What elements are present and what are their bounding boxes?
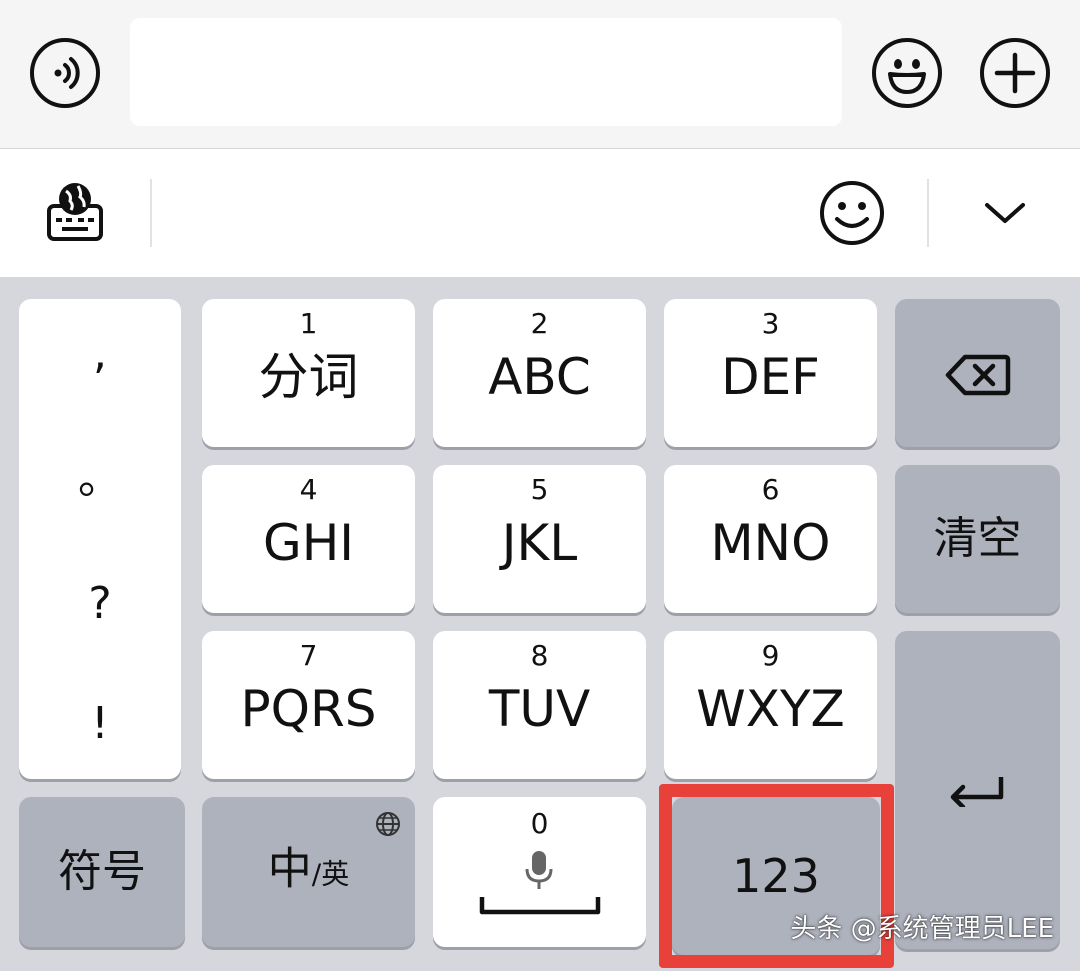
key-number: 4: [299, 473, 318, 506]
key-label: JKL: [501, 514, 578, 572]
exclamation-key[interactable]: !: [19, 699, 181, 749]
key-8[interactable]: 8 TUV: [433, 631, 646, 779]
language-switch-key[interactable]: 中/英: [202, 797, 415, 947]
smiley-face-icon: [888, 59, 926, 94]
toolbar-divider: [150, 179, 152, 247]
key-label: PQRS: [240, 680, 377, 738]
question-key[interactable]: ?: [19, 579, 181, 629]
backspace-key[interactable]: [895, 299, 1060, 447]
key-2[interactable]: 2 ABC: [433, 299, 646, 447]
punctuation-column[interactable]: , 。 ? !: [19, 299, 181, 779]
enter-return-icon: [950, 777, 1004, 807]
space-bar-icon: [479, 897, 601, 915]
clear-key[interactable]: 清空: [895, 465, 1060, 613]
language-main: 中: [267, 843, 312, 895]
key-label: WXYZ: [696, 680, 845, 738]
language-sub: /英: [311, 857, 350, 891]
key-label: ABC: [488, 348, 591, 406]
toolbar-divider: [927, 179, 929, 247]
keyboard-settings-button[interactable]: [44, 179, 106, 245]
key-number: 8: [530, 639, 549, 672]
backspace-icon: [945, 354, 1011, 396]
key-4[interactable]: 4 GHI: [202, 465, 415, 613]
numeric-label: 123: [732, 849, 820, 903]
collapse-keyboard-button[interactable]: [982, 197, 1028, 229]
enter-key[interactable]: [895, 631, 1060, 949]
chat-input-bar: [0, 0, 1080, 149]
globe-keyboard-icon: [47, 183, 103, 241]
key-3[interactable]: 3 DEF: [664, 299, 877, 447]
voice-wave-icon: [54, 57, 80, 89]
period-key[interactable]: 。: [19, 454, 181, 504]
symbol-key[interactable]: 符号: [19, 797, 185, 947]
key-7[interactable]: 7 PQRS: [202, 631, 415, 779]
key-number: 6: [761, 473, 780, 506]
key-9[interactable]: 9 WXYZ: [664, 631, 877, 779]
key-label: 分词: [258, 348, 359, 406]
key-label: TUV: [488, 680, 591, 738]
key-1[interactable]: 1 分词: [202, 299, 415, 447]
key-number: 9: [761, 639, 780, 672]
message-input[interactable]: [130, 18, 842, 126]
language-label: 中/英: [202, 843, 415, 902]
keyboard-toolbar: [0, 149, 1080, 277]
key-number: 2: [530, 307, 549, 340]
key-number: 3: [761, 307, 780, 340]
symbol-label: 符号: [58, 846, 146, 897]
comma-key[interactable]: ,: [19, 329, 181, 379]
globe-icon: [376, 812, 400, 836]
key-number: 0: [530, 807, 549, 840]
key-number: 1: [299, 307, 318, 340]
smiley-outline-icon: [820, 181, 884, 245]
space-key[interactable]: 0: [433, 797, 646, 947]
key-6[interactable]: 6 MNO: [664, 465, 877, 613]
emoji-panel-button[interactable]: [818, 179, 886, 247]
voice-input-button[interactable]: [30, 38, 100, 108]
key-label: GHI: [262, 514, 355, 572]
key-number: 5: [530, 473, 549, 506]
key-number: 7: [299, 639, 318, 672]
microphone-icon: [525, 851, 553, 889]
key-label: DEF: [721, 348, 820, 406]
watermark-text: 头条 @系统管理员LEE: [790, 914, 1054, 944]
key-5[interactable]: 5 JKL: [433, 465, 646, 613]
chevron-down-icon: [985, 203, 1025, 223]
clear-label: 清空: [933, 513, 1022, 564]
key-label: MNO: [710, 514, 831, 572]
emoji-button[interactable]: [872, 38, 942, 108]
plus-icon: [994, 52, 1036, 94]
add-button[interactable]: [980, 38, 1050, 108]
